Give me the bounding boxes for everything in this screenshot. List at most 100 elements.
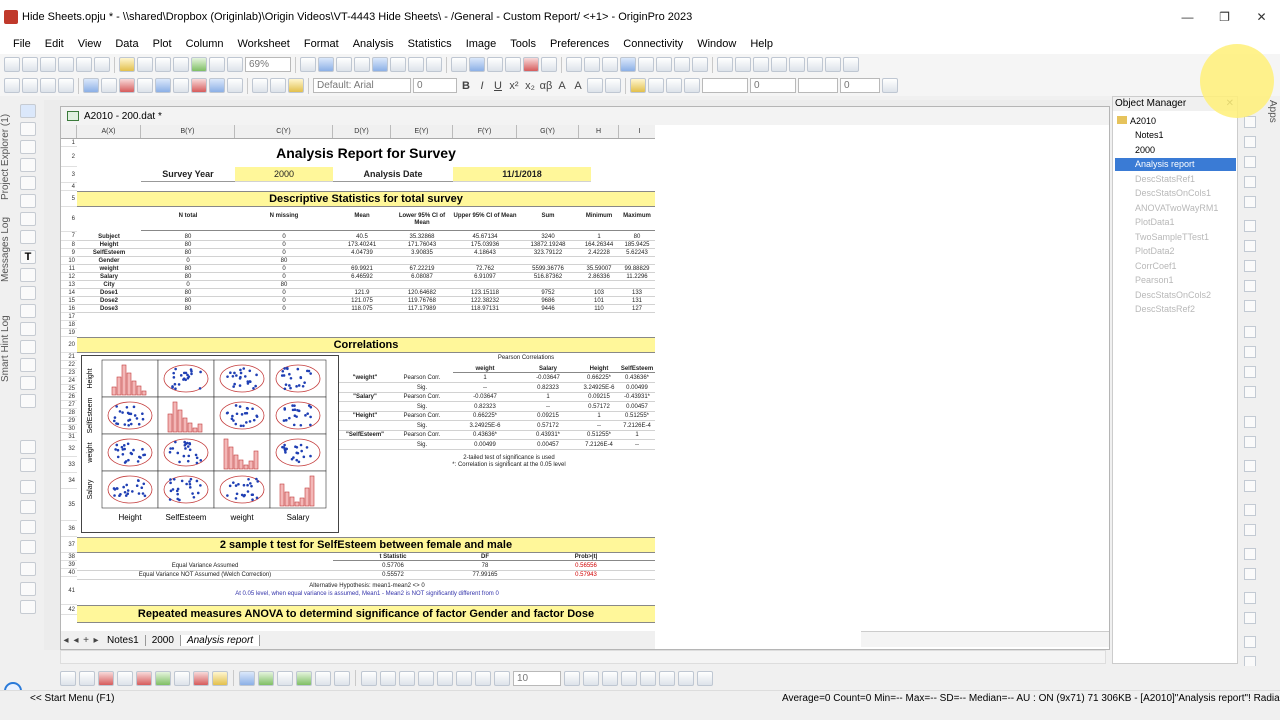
desc-cell[interactable]: 5599.36776 [517,265,579,273]
menu-view[interactable]: View [71,38,109,50]
line-color-icon[interactable] [666,78,682,93]
menu-connectivity[interactable]: Connectivity [616,38,690,50]
script-tool-icon[interactable] [20,562,36,576]
sheet-tool-icon[interactable] [20,600,36,614]
desc-cell[interactable]: 120.64682 [391,289,453,297]
desc-cell[interactable]: 80 [141,249,235,257]
screen-reader-icon[interactable] [20,158,36,172]
decrease-font-icon[interactable]: A [571,80,585,92]
desc-cell[interactable]: 0 [235,273,333,281]
table-tool-icon[interactable] [20,582,36,596]
regional-selector-icon[interactable] [20,212,36,226]
add-sheet-icon[interactable]: + [81,635,91,646]
statistics-icon[interactable] [505,57,521,72]
bottom-cross-icon[interactable] [659,670,675,686]
desc-cell[interactable]: 0 [235,297,333,305]
print-icon[interactable] [300,57,316,72]
merge-icon[interactable] [523,57,539,72]
desc-cell[interactable]: 4.04739 [333,249,391,257]
bottom-align-top-icon[interactable] [399,670,415,686]
ttest-cell[interactable]: 0.56556 [517,562,655,571]
corner-cell[interactable] [61,125,77,138]
corr-cell[interactable]: 0.57172 [517,422,579,431]
bottom-align-left-icon[interactable] [361,670,377,686]
refresh-icon[interactable] [354,57,370,72]
desc-cell[interactable] [579,281,619,289]
first-row-icon[interactable] [717,57,733,72]
bottom-align-bottom-icon[interactable] [418,670,434,686]
desc-cell[interactable]: 9752 [517,289,579,297]
insert-table-icon[interactable] [20,394,36,408]
bottom-align-right-icon[interactable] [380,670,396,686]
set-y-icon[interactable] [638,57,654,72]
right-tool-19-icon[interactable] [1244,504,1256,516]
row-number[interactable]: 12 [61,273,77,281]
insert-graph-icon[interactable] [20,358,36,372]
bottom-extract-icon[interactable] [277,670,293,686]
corr-cell[interactable]: 0.66225* [453,412,517,421]
italic-icon[interactable]: I [475,80,489,92]
bottom-contour-icon[interactable] [174,670,190,686]
add-column-icon[interactable] [451,57,467,72]
scatter-plot-icon[interactable] [101,78,117,93]
bottom-circle-icon[interactable] [602,670,618,686]
bottom-triangle-icon[interactable] [564,670,580,686]
bottom-3d-icon[interactable] [193,670,209,686]
desc-cell[interactable]: 6.91097 [453,273,517,281]
symbol-icon[interactable] [684,78,700,93]
right-tool-3-icon[interactable] [1244,156,1256,168]
desc-cell[interactable]: 0 [235,305,333,313]
desc-cell[interactable]: 119.76768 [391,297,453,305]
desc-cell[interactable]: 35.59007 [579,265,619,273]
menu-worksheet[interactable]: Worksheet [230,38,296,50]
menu-window[interactable]: Window [690,38,743,50]
corr-cell[interactable]: 1 [453,374,517,383]
desc-cell[interactable]: 0 [235,289,333,297]
desc-cell[interactable]: 45.67134 [453,233,517,241]
line-style-combo[interactable] [702,78,748,93]
desc-cell[interactable]: 80 [235,281,333,289]
right-tool-20-icon[interactable] [1244,524,1256,536]
anchor-tool-icon[interactable] [20,500,36,514]
menu-preferences[interactable]: Preferences [543,38,616,50]
new-matrix-icon[interactable] [58,57,74,72]
desc-cell[interactable]: 0 [235,265,333,273]
corr-cell[interactable]: 1 [579,412,619,421]
row-number[interactable]: 15 [61,297,77,305]
desc-cell[interactable]: 3240 [517,233,579,241]
object-item[interactable]: DescStatsRef1 [1135,173,1195,186]
symbol-shape-combo[interactable]: 0 [840,78,880,93]
corr-cell[interactable]: 0.00499 [619,384,655,393]
desc-cell[interactable]: 103 [579,289,619,297]
row-number[interactable]: 6 [61,207,77,232]
desc-cell[interactable]: 80 [619,233,655,241]
desc-cell[interactable]: 2.42228 [579,249,619,257]
right-tool-13-icon[interactable] [1244,366,1256,378]
save-icon[interactable] [155,57,171,72]
row-number[interactable]: 26 [61,393,77,401]
survey-year-value[interactable]: 2000 [235,167,333,182]
right-tool-23-icon[interactable] [1244,592,1256,604]
open-excel-icon[interactable] [137,57,153,72]
row-number[interactable]: 37 [61,537,77,553]
new-graph-icon[interactable] [40,57,56,72]
corr-cell[interactable]: 3.24925E-6 [453,422,517,431]
row-number[interactable]: 4 [61,183,77,191]
color-tool-icon[interactable] [20,540,36,554]
row-number[interactable]: 28 [61,409,77,417]
menu-column[interactable]: Column [179,38,231,50]
row-number[interactable]: 8 [61,241,77,249]
next-sheet-icon[interactable]: ▸ [91,635,101,646]
filter-icon[interactable] [566,57,582,72]
bottom-histogram-icon[interactable] [136,670,152,686]
column-header[interactable]: D(Y) [333,125,391,138]
desc-cell[interactable]: 121.075 [333,297,391,305]
bottom-box-icon[interactable] [212,670,228,686]
move-left-icon[interactable] [789,57,805,72]
desc-cell[interactable]: 80 [141,241,235,249]
desc-cell[interactable]: 133 [619,289,655,297]
bottom-dot-icon[interactable] [697,670,713,686]
prev-row-icon[interactable] [735,57,751,72]
line-plot-icon[interactable] [83,78,99,93]
corr-cell[interactable]: -- [517,403,579,412]
